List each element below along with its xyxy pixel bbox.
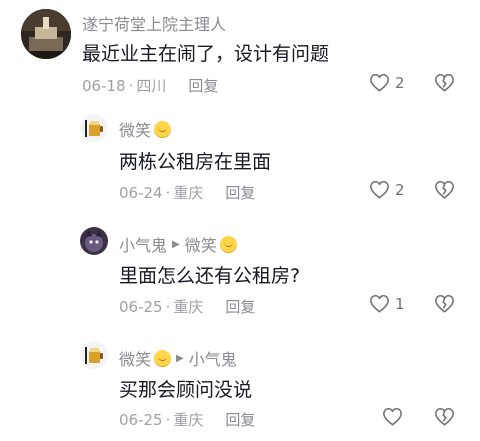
like-button[interactable]: 2 <box>369 180 405 199</box>
smile-emoji-icon <box>154 120 172 138</box>
comment-text: 里面怎么还有公租房? <box>119 265 301 287</box>
triangle-right-icon: ▶ <box>172 238 180 250</box>
author-name[interactable]: 微笑 <box>119 346 151 370</box>
like-count: 1 <box>395 294 405 313</box>
broken-heart-icon <box>435 294 454 313</box>
meta-separator: · <box>165 410 171 429</box>
triangle-right-icon: ▶ <box>176 352 184 364</box>
comment-location: 重庆 <box>173 411 204 429</box>
author-name[interactable]: 小气鬼 <box>119 232 167 256</box>
comment-text: 两栋公租房在里面 <box>119 151 272 173</box>
comment-meta: 06-25 · 重庆 回复 <box>119 296 255 317</box>
smile-emoji-icon <box>154 349 172 367</box>
comment-author[interactable]: 微笑 ▶ 小气鬼 <box>119 346 237 370</box>
reply-button[interactable]: 回复 <box>225 409 255 430</box>
comment-thread: 遂宁荷堂上院主理人 最近业主在闹了，设计有问题 06-18 · 四川 回复 2 <box>0 0 480 441</box>
comment-location: 重庆 <box>173 184 204 202</box>
avatar[interactable] <box>80 114 108 142</box>
comment-text: 买那会顾问没说 <box>119 379 253 401</box>
heart-outline-icon <box>370 180 389 199</box>
comment-meta: 06-25 · 重庆 回复 <box>119 409 255 430</box>
avatar[interactable] <box>80 227 108 255</box>
author-name[interactable]: 微笑 <box>119 117 151 141</box>
heart-outline-icon <box>383 407 402 426</box>
broken-heart-icon <box>435 407 454 426</box>
avatar[interactable] <box>80 341 108 369</box>
reply-button[interactable]: 回复 <box>225 296 255 317</box>
smile-emoji-icon <box>219 235 237 253</box>
reply-to-name[interactable]: 微笑 <box>185 232 217 256</box>
reply-button[interactable]: 回复 <box>225 182 255 203</box>
comment-author[interactable]: 微笑 <box>119 117 172 141</box>
comment-date: 06-24 <box>119 183 163 202</box>
comment-item: 微笑 两栋公租房在里面 06-24 · 重庆 回复 2 小气鬼 ▶ 微笑 里面怎… <box>0 0 480 441</box>
dislike-button[interactable] <box>434 294 455 317</box>
heart-outline-icon <box>370 294 389 313</box>
like-button[interactable]: 1 <box>369 294 405 313</box>
like-count: 2 <box>395 180 405 199</box>
dislike-button[interactable] <box>434 407 455 430</box>
reply-to-name[interactable]: 小气鬼 <box>189 346 237 370</box>
comment-date: 06-25 <box>119 297 163 316</box>
comment-meta: 06-24 · 重庆 回复 <box>119 182 255 203</box>
comment-location: 重庆 <box>173 298 204 316</box>
comment-author[interactable]: 小气鬼 ▶ 微笑 <box>119 232 237 256</box>
dislike-button[interactable] <box>434 180 455 203</box>
meta-separator: · <box>165 183 171 202</box>
like-button[interactable] <box>382 407 403 426</box>
meta-separator: · <box>165 297 171 316</box>
comment-date: 06-25 <box>119 410 163 429</box>
broken-heart-icon <box>435 180 454 199</box>
